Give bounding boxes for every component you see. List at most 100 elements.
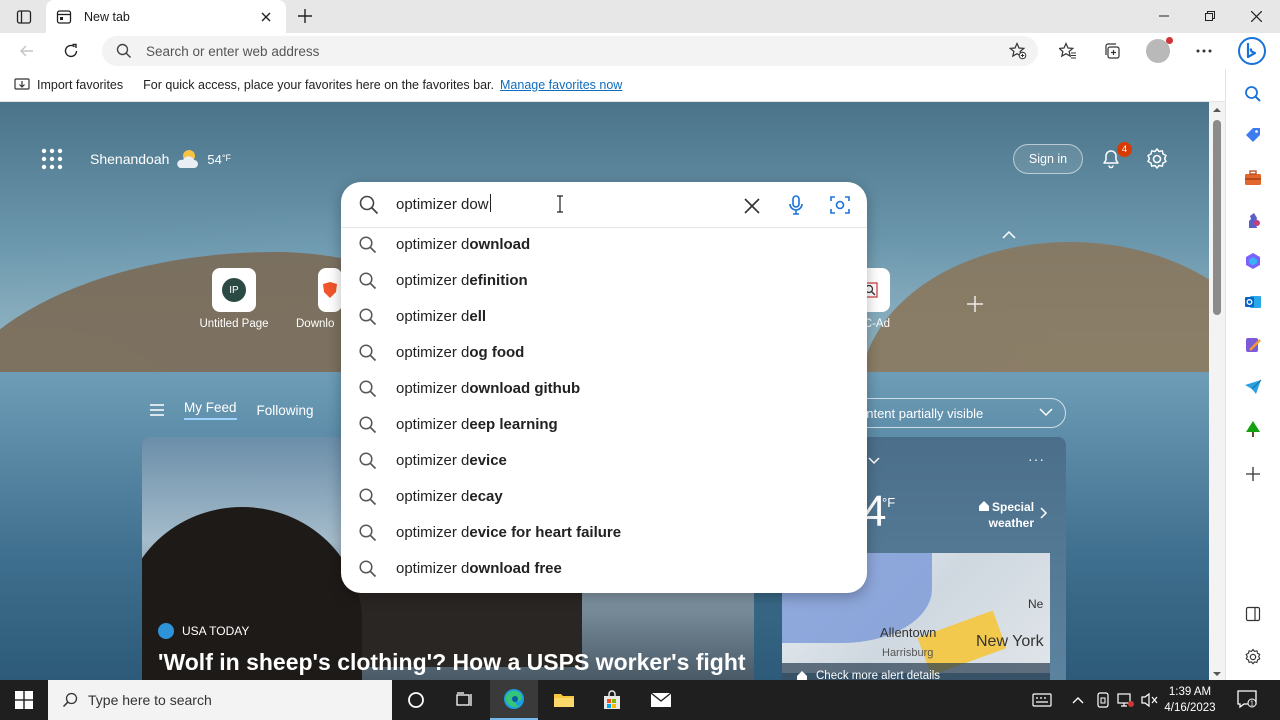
- suggestion-text: optimizer definition: [396, 272, 528, 289]
- suggestion-text: optimizer dell: [396, 308, 487, 325]
- new-tab-button[interactable]: [292, 4, 318, 28]
- tab-close-button[interactable]: [256, 7, 276, 27]
- suggestion-text: optimizer device for heart failure: [396, 524, 622, 541]
- suggestion-item[interactable]: optimizer device: [341, 443, 867, 479]
- notifications-button[interactable]: 4: [1100, 142, 1132, 171]
- collapse-quicklinks-icon[interactable]: [1000, 228, 1018, 242]
- sidebar-office-button[interactable]: [1240, 248, 1266, 274]
- page-scrollbar[interactable]: [1209, 102, 1225, 680]
- search-icon: [359, 524, 377, 542]
- alert-line1: Special: [992, 500, 1035, 514]
- chevron-down-icon: [1039, 408, 1053, 417]
- source-logo-icon: [158, 623, 174, 639]
- suggestion-item[interactable]: optimizer download: [341, 227, 867, 263]
- sidebar-tree-button[interactable]: [1240, 416, 1266, 442]
- minimize-icon: [1159, 15, 1169, 17]
- back-button[interactable]: [12, 37, 42, 65]
- scroll-down-icon[interactable]: [1209, 668, 1225, 680]
- taskbar-store[interactable]: [588, 680, 636, 720]
- suggestion-item[interactable]: optimizer device for heart failure: [341, 515, 867, 551]
- microphone-icon[interactable]: [784, 193, 808, 217]
- clock-date: 4/16/2023: [1164, 702, 1216, 714]
- tab-following[interactable]: Following: [257, 403, 314, 418]
- show-hidden-icons-button[interactable]: [1068, 690, 1088, 710]
- visual-search-icon[interactable]: [828, 193, 852, 217]
- suggestion-item[interactable]: optimizer download github: [341, 371, 867, 407]
- page-settings-icon[interactable]: [1145, 147, 1169, 171]
- restore-button[interactable]: [1187, 4, 1233, 28]
- collections-button[interactable]: [1097, 37, 1127, 65]
- tray-device-button[interactable]: [1093, 690, 1113, 710]
- settings-more-button[interactable]: [1189, 37, 1219, 65]
- suggestion-item[interactable]: optimizer dog food: [341, 335, 867, 371]
- app-launcher-icon[interactable]: [40, 147, 64, 171]
- suggestion-item[interactable]: optimizer definition: [341, 263, 867, 299]
- sidebar-designer-button[interactable]: [1240, 332, 1266, 358]
- sidebar-shopping-button[interactable]: [1240, 122, 1266, 148]
- search-input[interactable]: optimizer dow: [396, 194, 491, 213]
- quicklink-label: Downlo: [296, 318, 335, 330]
- task-view-button[interactable]: [440, 680, 488, 720]
- more-dots-icon: [1196, 49, 1212, 53]
- taskbar-edge[interactable]: [490, 680, 538, 720]
- add-quicklink-icon[interactable]: [963, 292, 987, 316]
- refresh-button[interactable]: [56, 37, 86, 65]
- profile-avatar[interactable]: [1146, 37, 1173, 63]
- tab-new-tab[interactable]: New tab: [46, 0, 286, 33]
- sidebar-send-button[interactable]: [1240, 374, 1266, 400]
- clear-search-icon[interactable]: [740, 194, 764, 218]
- taskbar-file-explorer[interactable]: [540, 680, 588, 720]
- refresh-icon: [64, 43, 78, 58]
- cortana-button[interactable]: [392, 680, 440, 720]
- quicklink-tile[interactable]: IP Untitled Page: [194, 268, 274, 330]
- scrollbar-thumb[interactable]: [1213, 120, 1221, 315]
- alert-house-icon: [979, 501, 989, 511]
- tray-volume-button[interactable]: [1140, 690, 1160, 710]
- back-arrow-icon: [20, 45, 33, 57]
- chevron-down-icon[interactable]: [868, 457, 880, 465]
- search-icon: [359, 560, 377, 578]
- news-headline: 'Wolf in sheep's clothing'? How a USPS w…: [158, 649, 746, 675]
- sidebar-settings-button[interactable]: [1240, 644, 1266, 670]
- map-city-label: Ne: [1028, 597, 1044, 611]
- tray-network-button[interactable]: [1116, 690, 1136, 710]
- action-center-button[interactable]: 1: [1236, 688, 1260, 712]
- content-visibility-dropdown[interactable]: ontent partially visible: [840, 398, 1066, 428]
- taskbar-search-box[interactable]: Type here to search: [48, 680, 392, 720]
- favorites-button[interactable]: [1053, 37, 1083, 65]
- sign-in-button[interactable]: Sign in: [1013, 144, 1083, 174]
- close-window-button[interactable]: [1233, 4, 1279, 28]
- sidebar-outlook-button[interactable]: [1240, 289, 1266, 315]
- sidebar-tools-button[interactable]: [1240, 165, 1266, 191]
- tab-actions-button[interactable]: [12, 6, 36, 28]
- add-favorite-button[interactable]: [1004, 37, 1032, 65]
- menu-icon[interactable]: [150, 404, 164, 416]
- weather-widget[interactable]: Shenandoah 54°F: [90, 148, 231, 170]
- suggestion-item[interactable]: optimizer dell: [341, 299, 867, 335]
- start-button[interactable]: [0, 680, 48, 720]
- sidebar-add-button[interactable]: [1240, 461, 1266, 487]
- sidebar-games-button[interactable]: [1240, 207, 1266, 233]
- sidebar-hide-button[interactable]: [1240, 601, 1266, 627]
- toolbox-icon: [1245, 170, 1261, 185]
- import-favorites-button[interactable]: Import favorites: [14, 78, 123, 92]
- tray-keyboard-button[interactable]: [1032, 690, 1052, 710]
- minimize-button[interactable]: [1141, 4, 1187, 28]
- search-box[interactable]: optimizer dow: [341, 182, 867, 228]
- bing-icon: [1238, 37, 1266, 65]
- scroll-up-icon[interactable]: [1209, 104, 1225, 116]
- address-bar[interactable]: Search or enter web address: [102, 36, 1038, 66]
- more-options-icon[interactable]: ···: [1028, 451, 1045, 467]
- alert-details-bar[interactable]: Check more alert details: [782, 663, 1050, 680]
- tab-my-feed[interactable]: My Feed: [184, 400, 237, 420]
- suggestion-item[interactable]: optimizer deep learning: [341, 407, 867, 443]
- sidebar-search-button[interactable]: [1240, 81, 1266, 107]
- suggestion-item[interactable]: optimizer decay: [341, 479, 867, 515]
- manage-favorites-link[interactable]: Manage favorites now: [500, 78, 622, 92]
- taskbar-mail[interactable]: [637, 680, 685, 720]
- suggestion-item[interactable]: optimizer download free: [341, 551, 867, 587]
- special-weather-alert[interactable]: Special weather: [978, 499, 1034, 531]
- bing-chat-button[interactable]: [1236, 35, 1268, 67]
- quicklink-tile[interactable]: Downlo: [296, 268, 342, 330]
- taskbar-clock[interactable]: 1:39 AM 4/16/2023: [1160, 684, 1220, 716]
